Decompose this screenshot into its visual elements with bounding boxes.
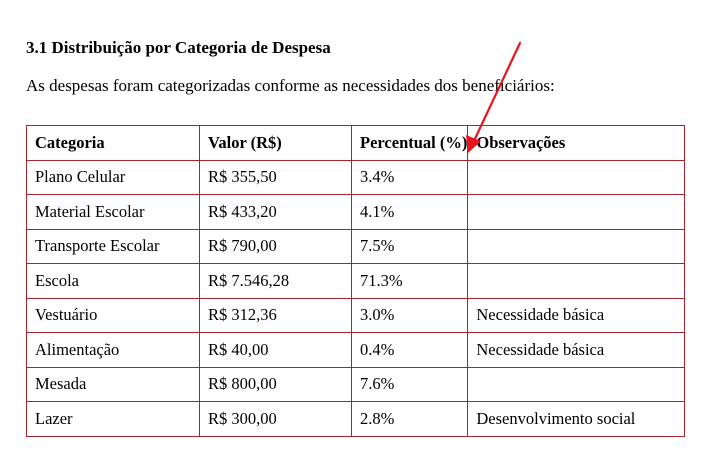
cell-categoria: Plano Celular [26,159,200,195]
cell-percentual: 0.4% [350,332,469,368]
cell-percentual: 3.0% [350,297,469,333]
cell-observacoes [467,263,686,299]
cell-valor: R$ 7.546,28 [199,263,352,299]
cell-observacoes: Necessidade básica [467,297,686,333]
cell-categoria: Lazer [26,401,200,437]
cell-valor: R$ 433,20 [199,194,352,230]
cell-categoria: Vestuário [26,297,200,333]
table-row: Plano Celular R$ 355,50 3.4% [26,159,686,195]
cell-categoria: Alimentação [26,332,200,368]
cell-percentual: 7.6% [350,366,469,402]
cell-percentual: 4.1% [350,194,469,230]
table-row: Alimentação R$ 40,00 0.4% Necessidade bá… [26,332,686,368]
cell-observacoes: Necessidade básica [467,332,686,368]
header-observacoes: Observações [467,125,686,161]
cell-percentual: 71.3% [350,263,469,299]
cell-categoria: Material Escolar [26,194,200,230]
cell-observacoes [467,159,686,195]
header-valor: Valor (R$) [199,125,352,161]
table-row: Vestuário R$ 312,36 3.0% Necessidade bás… [26,297,686,333]
cell-observacoes: Desenvolvimento social [467,401,686,437]
cell-categoria: Mesada [26,366,200,402]
header-percentual: Percentual (%) [350,125,469,161]
cell-valor: R$ 300,00 [199,401,352,437]
cell-observacoes [467,366,686,402]
header-categoria: Categoria [26,125,200,161]
cell-categoria: Transporte Escolar [26,228,200,264]
section-heading: 3.1 Distribuição por Categoria de Despes… [26,38,331,57]
cell-categoria: Escola [26,263,200,299]
cell-percentual: 7.5% [350,228,469,264]
cell-valor: R$ 355,50 [199,159,352,195]
table-row: Lazer R$ 300,00 2.8% Desenvolvimento soc… [26,401,686,437]
cell-valor: R$ 790,00 [199,228,352,264]
cell-observacoes [467,194,686,230]
cell-observacoes [467,228,686,264]
table-row: Escola R$ 7.546,28 71.3% [26,263,686,299]
cell-valor: R$ 40,00 [199,332,352,368]
intro-paragraph: As despesas foram categorizadas conforme… [26,76,555,95]
table-header-row: Categoria Valor (R$) Percentual (%) Obse… [26,125,686,161]
cell-valor: R$ 312,36 [199,297,352,333]
cell-percentual: 2.8% [350,401,469,437]
table-row: Transporte Escolar R$ 790,00 7.5% [26,228,686,264]
table-row: Mesada R$ 800,00 7.6% [26,366,686,402]
expense-category-table: Categoria Valor (R$) Percentual (%) Obse… [26,125,686,437]
table-row: Material Escolar R$ 433,20 4.1% [26,194,686,230]
cell-percentual: 3.4% [350,159,469,195]
cell-valor: R$ 800,00 [199,366,352,402]
